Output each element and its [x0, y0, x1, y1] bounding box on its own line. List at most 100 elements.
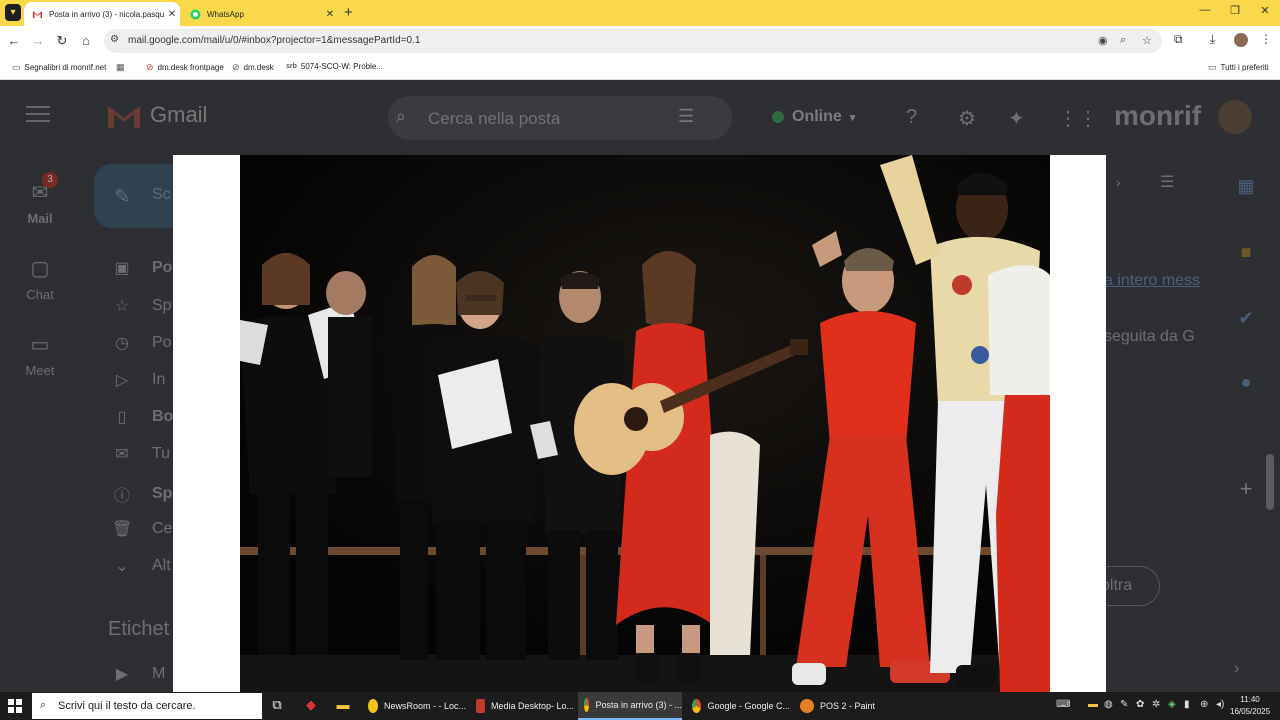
taskbar-app-active[interactable]: Posta in arrivo (3) - ... [578, 692, 682, 720]
address-bar[interactable]: ⚙ mail.google.com/mail/u/0/#inbox?projec… [104, 29, 1162, 53]
download-icon[interactable]: ⤓ [1210, 32, 1215, 47]
chevron-right-icon[interactable]: › [1234, 660, 1239, 678]
send-icon: ▷ [115, 372, 129, 389]
view-full-message-link[interactable]: a intero mess [1104, 272, 1200, 290]
clock-time: 11:40 [1240, 695, 1260, 704]
all-bookmarks[interactable]: ▭ Tutti i preferiti [1208, 62, 1269, 73]
bookmark-item[interactable]: srb 5074-SCO-W: Proble... [286, 62, 383, 71]
view-toggle-icon[interactable]: ☰ [1160, 172, 1174, 192]
gear-icon[interactable]: ⚙ [958, 106, 976, 131]
restore-icon[interactable]: ❐ [1220, 4, 1250, 17]
nav-sent[interactable]: ▷ In [112, 370, 166, 390]
rail-mail[interactable]: ✉ Mail [14, 180, 66, 226]
new-tab-button[interactable]: + [344, 4, 353, 21]
gmail-logo[interactable]: Gmail [106, 102, 207, 128]
minimize-icon[interactable]: — [1190, 4, 1220, 16]
tray-app-icon[interactable]: ✿ [1136, 699, 1144, 710]
add-addon-icon[interactable]: + [1236, 476, 1256, 502]
battery-icon[interactable]: ▮ [1184, 699, 1190, 710]
nav-snoozed[interactable]: ◷ Po [112, 333, 172, 353]
gemini-icon[interactable]: ✦ [1008, 106, 1025, 131]
tab-gmail[interactable]: Posta in arrivo (3) - nicola.pasquini ✕ [24, 2, 180, 26]
bookmark-item[interactable]: ▭ Segnalibri di monrif.net [12, 62, 106, 73]
meet-icon: ▭ [30, 334, 50, 356]
nav-drafts[interactable]: ▯ Bo [112, 407, 174, 427]
chat-icon: ▢ [30, 258, 50, 280]
windows-start-icon[interactable] [8, 699, 22, 713]
shield-icon[interactable]: ◈ [1168, 699, 1176, 710]
nav-trash[interactable]: 🗑 Ce [112, 519, 172, 539]
home-icon[interactable]: ⌂ [78, 32, 94, 50]
nav-label: Po [152, 334, 172, 351]
nav-more[interactable]: ⌄ Alt [112, 556, 170, 576]
taskbar-app[interactable]: Media Desktop- Lo... [470, 692, 574, 720]
network-icon[interactable]: ⊕ [1200, 699, 1208, 710]
file-explorer-icon[interactable]: ▬ [334, 697, 352, 712]
chevron-right-icon[interactable]: › [1116, 174, 1121, 190]
taskbar-search-placeholder: Scrivi qui il testo da cercare. [58, 700, 196, 712]
nav-starred[interactable]: ☆ Sp [112, 296, 172, 316]
task-view-icon[interactable]: ⧉ [268, 697, 286, 713]
nav-label-item[interactable]: ▶ M [112, 664, 165, 684]
tab-whatsapp[interactable]: WhatsApp ✕ [182, 2, 338, 26]
calendar-icon[interactable]: ▦ [1236, 176, 1256, 197]
reload-icon[interactable]: ↻ [54, 32, 70, 50]
profile-avatar[interactable] [1234, 33, 1248, 47]
bookmark-star-icon[interactable]: ☆ [1142, 34, 1152, 47]
gmail-m-icon [106, 102, 142, 128]
bookmark-item[interactable]: ⊘ dm.desk frontpage [146, 62, 224, 73]
nav-label: Po [152, 259, 173, 276]
site-icon: srb [286, 63, 297, 70]
menu-icon[interactable]: ⋮ [1260, 32, 1272, 46]
bookmark-label: Segnalibri di monrif.net [24, 63, 107, 72]
taskbar-app[interactable]: POS 2 - Paint [794, 692, 898, 720]
close-tab-icon[interactable]: ✕ [164, 9, 180, 20]
chrome-icon [692, 699, 702, 713]
account-avatar[interactable] [1218, 100, 1252, 134]
media-desktop-icon [476, 699, 485, 713]
search-options-icon[interactable]: ☰ [678, 106, 694, 127]
mail-search-bar[interactable]: ⌕ Cerca nella posta ☰ [388, 96, 732, 140]
tasks-icon[interactable]: ✔ [1236, 308, 1256, 329]
bookmark-folder-icon: ▭ [12, 62, 21, 72]
close-window-icon[interactable]: ✕ [1250, 4, 1280, 17]
nav-spam[interactable]: ⓘ Sp [112, 482, 172, 506]
tray-app-icon[interactable]: ◍ [1104, 699, 1113, 710]
bookmark-item[interactable]: ⊘ dm.desk [232, 62, 274, 73]
contacts-icon[interactable]: ● [1236, 372, 1256, 393]
system-clock[interactable]: 11:40 16/05/2025 [1230, 694, 1270, 718]
site-info-icon[interactable]: ⚙ [110, 34, 119, 45]
tray-app-icon[interactable]: ✎ [1120, 699, 1128, 710]
taskbar-app[interactable]: Google - Google C... [686, 692, 790, 720]
close-tab-icon[interactable]: ✕ [322, 9, 338, 20]
zoom-icon[interactable]: ⌕ [1120, 34, 1126, 47]
nav-all-mail[interactable]: ✉ Tu [112, 444, 170, 464]
nav-inbox[interactable]: ▣ Po [112, 258, 172, 278]
keyboard-icon[interactable]: ⌨ [1056, 699, 1070, 710]
rail-chat[interactable]: ▢ Chat [14, 256, 66, 302]
folder-icon[interactable]: ▬ [1088, 699, 1098, 710]
volume-icon[interactable]: ◂) [1216, 699, 1224, 710]
forward-icon[interactable]: → [30, 32, 46, 50]
back-icon[interactable]: ← [6, 32, 22, 50]
apps-icon[interactable]: ▦ [116, 62, 125, 73]
taskbar-search-input[interactable]: ⌕ Scrivi qui il testo da cercare. [32, 693, 262, 719]
eye-icon[interactable]: ◉ [1098, 34, 1108, 47]
main-menu-icon[interactable] [26, 106, 50, 127]
taskbar-app[interactable]: NewsRoom - - Loc... [362, 692, 466, 720]
scrollbar[interactable] [1266, 454, 1274, 510]
whatsapp-icon [190, 9, 201, 20]
extensions-icon[interactable]: ⧉ [1174, 32, 1183, 47]
help-icon[interactable]: ? [906, 106, 917, 129]
settings-icon[interactable]: ✲ [1152, 699, 1160, 710]
rail-meet[interactable]: ▭ Meet [14, 332, 66, 378]
browser-toolbar: ← → ↻ ⌂ ⚙ mail.google.com/mail/u/0/#inbo… [0, 26, 1280, 56]
gmail-logo-text: Gmail [150, 102, 208, 127]
apps-grid-icon[interactable]: ⋮⋮ [1058, 106, 1098, 131]
keep-icon[interactable]: ■ [1236, 242, 1256, 263]
status-selector[interactable]: Online ▾ [772, 108, 855, 126]
app-icon[interactable]: ◆ [302, 697, 320, 713]
search-icon[interactable]: ⌕ [396, 106, 406, 127]
tab-search-button[interactable]: ▾ [5, 4, 21, 21]
nav-label: In [152, 371, 166, 388]
